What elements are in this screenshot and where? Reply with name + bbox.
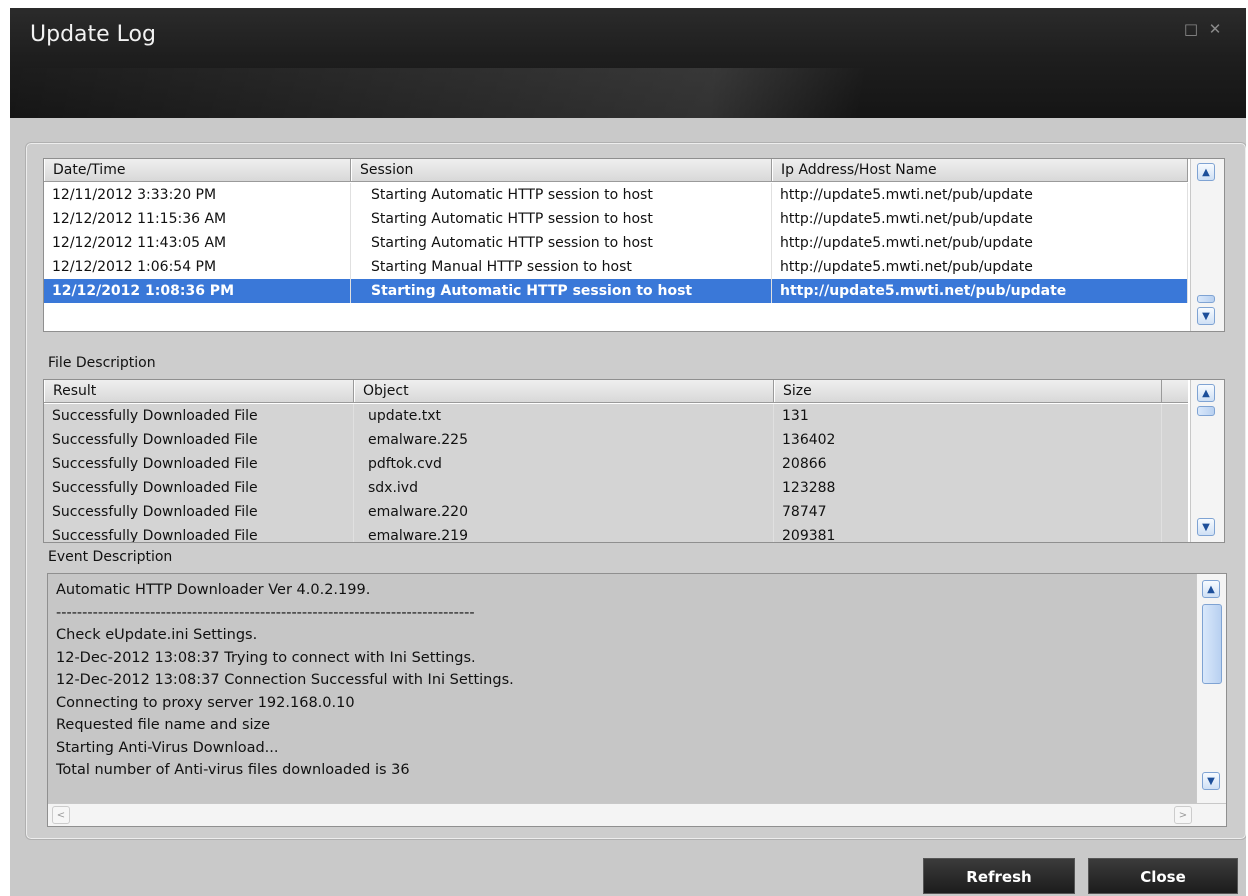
column-header-object[interactable]: Object: [354, 380, 774, 402]
session-cell: Starting Automatic HTTP session to host: [351, 231, 772, 255]
refresh-button[interactable]: Refresh: [923, 858, 1075, 894]
file-row[interactable]: Successfully Downloaded File sdx.ivd 12328…: [44, 476, 1188, 501]
scroll-up-icon[interactable]: ▲: [1202, 580, 1220, 598]
session-row[interactable]: 12/11/2012 3:33:20 PM Starting Automatic …: [44, 183, 1188, 207]
session-cell: Starting Manual HTTP session to host: [351, 255, 772, 279]
object-cell: emalware.219: [354, 524, 774, 542]
event-log-line: Automatic HTTP Downloader Ver 4.0.2.199.: [56, 582, 371, 598]
event-log-line: Total number of Anti-virus files downloa…: [56, 762, 410, 778]
size-cell: 136402: [774, 428, 1162, 452]
event-vscroll[interactable]: ▲ ▼: [1196, 574, 1226, 804]
scroll-up-icon[interactable]: ▲: [1197, 163, 1215, 181]
result-cell: Successfully Downloaded File: [44, 476, 354, 500]
column-header-host[interactable]: Ip Address/Host Name: [772, 159, 1188, 181]
scroll-thumb[interactable]: [1202, 604, 1222, 684]
event-hscroll[interactable]: < >: [48, 803, 1226, 826]
session-row[interactable]: 12/12/2012 11:43:05 AM Starting Automatic…: [44, 231, 1188, 255]
title-bar-gradient: [10, 68, 1010, 118]
result-cell: Successfully Downloaded File: [44, 452, 354, 476]
column-header-size[interactable]: Size: [774, 380, 1162, 402]
size-cell: 78747: [774, 500, 1162, 524]
file-description-label: File Description: [46, 355, 158, 371]
session-cell: Starting Automatic HTTP session to host: [351, 279, 772, 303]
size-cell: 209381: [774, 524, 1162, 542]
file-table[interactable]: Result Object Size Successfully Download…: [43, 379, 1225, 543]
event-log-line: Connecting to proxy server 192.168.0.10: [56, 694, 355, 711]
event-description-label: Event Description: [46, 549, 175, 565]
file-table-header: Result Object Size: [44, 380, 1188, 403]
update-log-window: Update Log □ ✕ Date/Time Session Ip Addr…: [10, 8, 1246, 896]
event-log-line: Check eUpdate.ini Settings.: [56, 627, 258, 643]
object-cell: emalware.220: [354, 500, 774, 524]
file-table-vscroll[interactable]: ▲ ▼: [1190, 380, 1224, 542]
size-cell: 123288: [774, 476, 1162, 500]
object-cell: update.txt: [354, 404, 774, 428]
session-row[interactable]: 12/12/2012 11:15:36 AM Starting Automatic…: [44, 207, 1188, 231]
scroll-down-icon[interactable]: ▼: [1197, 307, 1215, 325]
object-cell: sdx.ivd: [354, 476, 774, 500]
event-log-line: 12-Dec-2012 13:08:37 Connection Successf…: [56, 672, 514, 688]
result-cell: Successfully Downloaded File: [44, 524, 354, 542]
file-row[interactable]: Successfully Downloaded File emalware.219…: [44, 524, 1188, 542]
file-row[interactable]: Successfully Downloaded File update.txt 13…: [44, 404, 1188, 429]
file-row[interactable]: Successfully Downloaded File emalware.220…: [44, 500, 1188, 525]
object-cell: pdftok.cvd: [354, 452, 774, 476]
event-log-textbox[interactable]: Automatic HTTP Downloader Ver 4.0.2.199.…: [47, 573, 1227, 827]
session-row[interactable]: 12/12/2012 1:08:36 PM Starting Automatic …: [44, 279, 1188, 303]
scroll-down-icon[interactable]: ▼: [1202, 772, 1220, 790]
session-table-vscroll[interactable]: ▲ ▼: [1190, 159, 1224, 331]
scroll-down-icon[interactable]: ▼: [1197, 518, 1215, 536]
scroll-thumb[interactable]: [1197, 295, 1215, 303]
window-title: Update Log: [30, 22, 156, 47]
datetime-cell: 12/11/2012 3:33:20 PM: [44, 183, 351, 207]
result-cell: Successfully Downloaded File: [44, 404, 354, 428]
session-cell: Starting Automatic HTTP session to host: [351, 207, 772, 231]
scroll-left-icon[interactable]: <: [52, 806, 70, 824]
host-cell: http://update5.mwti.net/pub/update: [772, 255, 1188, 279]
session-table[interactable]: Date/Time Session Ip Address/Host Name 1…: [43, 158, 1225, 332]
close-button[interactable]: Close: [1088, 858, 1238, 894]
session-table-header: Date/Time Session Ip Address/Host Name: [44, 159, 1188, 182]
datetime-cell: 12/12/2012 11:15:36 AM: [44, 207, 351, 231]
host-cell: http://update5.mwti.net/pub/update: [772, 207, 1188, 231]
scroll-right-icon[interactable]: >: [1174, 806, 1192, 824]
title-bar: Update Log □ ✕: [10, 8, 1246, 118]
host-cell: http://update5.mwti.net/pub/update: [772, 183, 1188, 207]
object-cell: emalware.225: [354, 428, 774, 452]
result-cell: Successfully Downloaded File: [44, 500, 354, 524]
session-row[interactable]: 12/12/2012 1:06:54 PM Starting Manual HTT…: [44, 255, 1188, 279]
session-cell: Starting Automatic HTTP session to host: [351, 183, 772, 207]
size-cell: 131: [774, 404, 1162, 428]
file-row[interactable]: Successfully Downloaded File emalware.225…: [44, 428, 1188, 453]
datetime-cell: 12/12/2012 11:43:05 AM: [44, 231, 351, 255]
event-log-line: ----------------------------------------…: [56, 604, 475, 621]
datetime-cell: 12/12/2012 1:08:36 PM: [44, 279, 351, 303]
host-cell: http://update5.mwti.net/pub/update: [772, 231, 1188, 255]
maximize-button[interactable]: □: [1182, 20, 1200, 38]
size-cell: 20866: [774, 452, 1162, 476]
column-header-result[interactable]: Result: [44, 380, 354, 402]
scroll-up-icon[interactable]: ▲: [1197, 384, 1215, 402]
column-header-datetime[interactable]: Date/Time: [44, 159, 351, 181]
scroll-thumb[interactable]: [1197, 406, 1215, 416]
datetime-cell: 12/12/2012 1:06:54 PM: [44, 255, 351, 279]
event-log-line: Requested file name and size: [56, 717, 271, 733]
event-log-line: Starting Anti-Virus Download...: [56, 739, 279, 756]
close-window-button[interactable]: ✕: [1206, 20, 1224, 38]
event-log-line: 12-Dec-2012 13:08:37 Trying to connect w…: [56, 649, 476, 666]
result-cell: Successfully Downloaded File: [44, 428, 354, 452]
file-row[interactable]: Successfully Downloaded File pdftok.cvd 20…: [44, 452, 1188, 477]
column-header-session[interactable]: Session: [351, 159, 772, 181]
host-cell: http://update5.mwti.net/pub/update: [772, 279, 1188, 303]
